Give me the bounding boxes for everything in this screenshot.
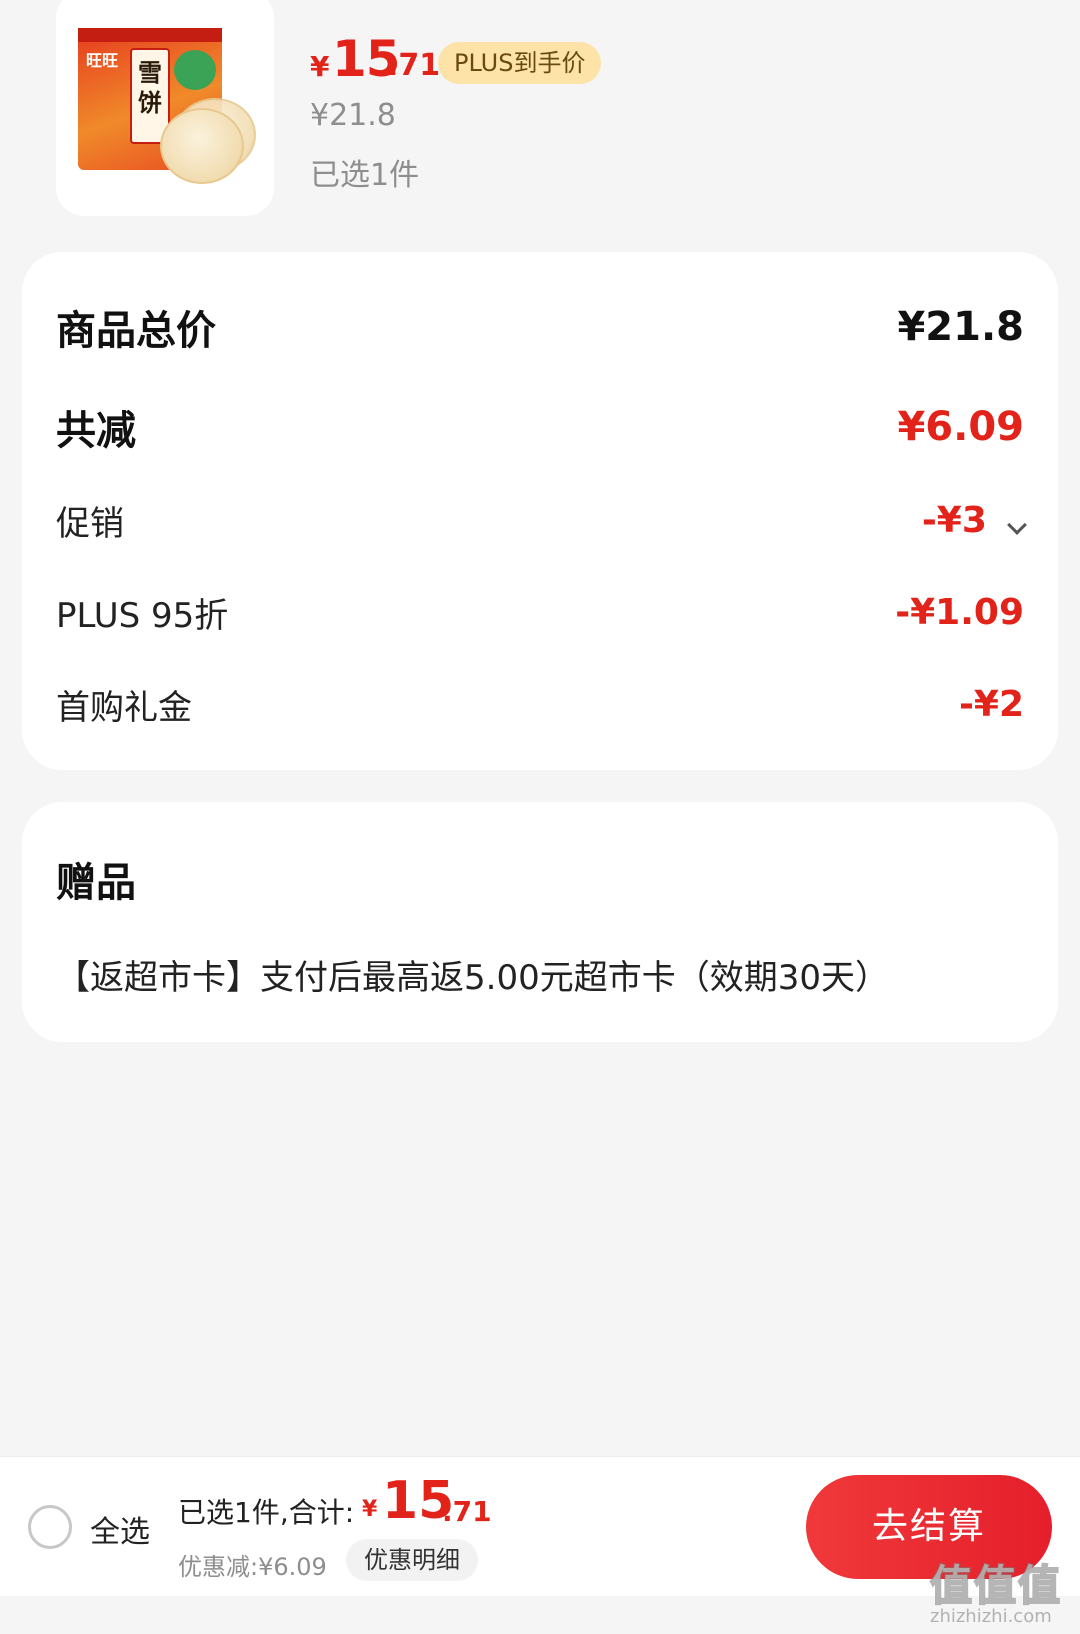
discount-summary: 优惠减:¥6.09 — [178, 1553, 327, 1581]
total-reduced-label: 共减 — [56, 408, 136, 454]
price-currency: ¥ — [310, 50, 330, 83]
plus-discount-row: PLUS 95折 -¥1.09 — [56, 588, 1024, 637]
total-price-value: ¥21.8 — [897, 304, 1024, 350]
cart-total-currency: ¥ — [362, 1497, 378, 1522]
plus-price-badge: PLUS到手价 — [438, 42, 602, 84]
product-thumbnail[interactable]: 旺旺 雪饼 — [56, 0, 274, 216]
select-all-label[interactable]: 全选 — [90, 1507, 150, 1551]
gift-description: 【返超市卡】支付后最高返5.00元超市卡（效期30天） — [56, 958, 889, 998]
price-decimal: .71 — [387, 48, 441, 83]
discount-detail-button[interactable]: 优惠明细 — [346, 1539, 478, 1581]
first-purchase-gift-row: 首购礼金 -¥2 — [56, 680, 1024, 729]
pack-brand-text: 旺旺 — [86, 51, 119, 70]
gift-title: 赠品 — [56, 860, 136, 906]
chevron-down-icon[interactable] — [1007, 514, 1027, 535]
promotion-label: 促销 — [56, 504, 124, 544]
total-reduced-row: 共减 ¥6.09 — [56, 398, 1024, 456]
first-purchase-gift-label: 首购礼金 — [56, 688, 192, 728]
product-header: 旺旺 雪饼 ¥ 15 .71 PLUS到手价 ¥21.8 已选1件 — [0, 0, 1080, 230]
watermark-url: zhizhizhi.com — [930, 1606, 1052, 1627]
select-all-checkbox[interactable] — [28, 1505, 72, 1549]
checkout-bar: 全选 已选1件,合计: ¥ 15 .71 优惠减:¥6.09 优惠明细 去结算 — [0, 1456, 1080, 1596]
watermark-logo: 值值值 — [929, 1560, 1063, 1611]
cart-total: 已选1件,合计: ¥ 15 .71 — [178, 1471, 518, 1531]
pack-green-emblem — [174, 50, 216, 90]
cart-total-decimal: .71 — [442, 1495, 492, 1528]
gift-card: 赠品 【返超市卡】支付后最高返5.00元超市卡（效期30天） — [22, 802, 1058, 1042]
total-price-row: 商品总价 ¥21.8 — [56, 298, 1024, 356]
original-price: ¥21.8 — [310, 98, 396, 133]
promotion-value: -¥3 — [921, 500, 987, 541]
cracker-image — [160, 108, 244, 184]
selected-count: 已选1件 — [310, 158, 420, 193]
promotion-row[interactable]: 促销 -¥3 — [56, 496, 1027, 545]
plus-discount-value: -¥1.09 — [895, 592, 1024, 633]
plus-discount-label: PLUS 95折 — [56, 596, 229, 636]
total-reduced-value: ¥6.09 — [897, 404, 1024, 450]
total-price-label: 商品总价 — [56, 308, 216, 354]
pack-top-band — [78, 28, 222, 42]
first-purchase-gift-value: -¥2 — [958, 684, 1024, 725]
cart-total-label: 已选1件,合计: — [178, 1496, 355, 1529]
